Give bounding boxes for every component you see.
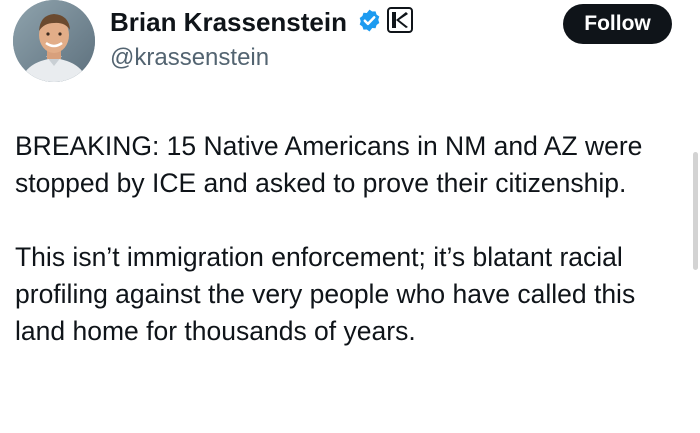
user-handle[interactable]: @krassenstein bbox=[110, 44, 269, 72]
display-name[interactable]: Brian Krassenstein bbox=[110, 6, 347, 38]
tweet-paragraph: This isn’t immigration enforcement; it’s… bbox=[15, 242, 636, 346]
avatar[interactable] bbox=[13, 0, 95, 82]
affiliate-k-logo-icon[interactable] bbox=[387, 7, 413, 33]
scrollbar[interactable] bbox=[693, 152, 698, 270]
tweet-card: Brian Krassenstein @krassenstein Follow … bbox=[0, 0, 700, 433]
tweet-text: BREAKING: 15 Native Americans in NM and … bbox=[15, 128, 675, 350]
verified-badge-icon bbox=[359, 9, 380, 32]
follow-button[interactable]: Follow bbox=[563, 4, 672, 44]
tweet-paragraph: BREAKING: 15 Native Americans in NM and … bbox=[15, 131, 643, 198]
user-photo bbox=[13, 0, 95, 82]
